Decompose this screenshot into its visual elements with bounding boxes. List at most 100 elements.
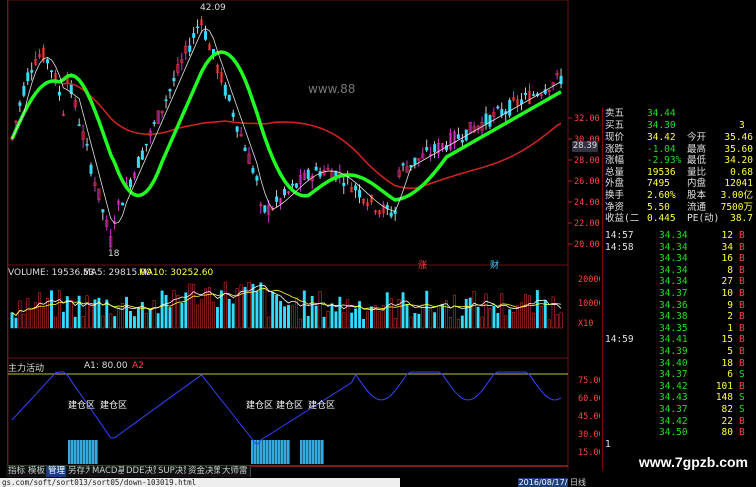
tick-volume: 8	[727, 264, 733, 276]
volume-bar	[318, 291, 322, 329]
tick-side: B	[739, 230, 745, 241]
candle-body	[314, 166, 318, 171]
volume-bar	[551, 296, 555, 329]
candle-body	[500, 108, 504, 116]
stat-row: 涨跌 -1.04 最高 35.60	[603, 144, 755, 156]
tick-price: 34.34	[659, 241, 688, 253]
tick-volume: 18	[721, 357, 733, 369]
volume-bar	[306, 316, 310, 329]
stat-label: PE(动)	[687, 213, 720, 225]
volume-bar	[405, 304, 409, 329]
volume-bar	[113, 316, 117, 329]
volume-bar	[401, 292, 405, 329]
tick-volume: 82	[721, 404, 733, 415]
candle-body	[46, 59, 50, 64]
tick-volume: 16	[721, 253, 733, 265]
candle-body	[26, 72, 30, 82]
zone-bar	[318, 440, 321, 464]
volume-bar	[148, 309, 152, 329]
ma-red-line	[11, 80, 562, 190]
candle-body	[433, 144, 437, 152]
volume-bar	[46, 297, 49, 329]
indicator-tab[interactable]: 大师雷	[220, 466, 251, 477]
stat-label: 外盘	[605, 178, 625, 190]
stat-value: 35.60	[724, 143, 753, 155]
candle-body	[243, 147, 247, 152]
stat-label: 流通	[687, 201, 707, 213]
tick-time: 14:59	[605, 334, 634, 346]
chart-area[interactable]: 32.00 30.00 28.00 26.00 24.00 22.00 20.00 2000…	[7, 0, 604, 487]
candle-body	[77, 124, 81, 127]
tick-price: 34.40	[659, 357, 688, 369]
quote-panel: 卖五 34.44 买五 34.30 3 现价 34.42 今开 35.46 涨跌 …	[602, 108, 756, 470]
tick-side: B	[739, 253, 745, 265]
indicator-bars	[68, 440, 324, 464]
volume-bar	[330, 303, 334, 329]
volume-bar	[472, 291, 476, 329]
day-button[interactable]: 日线	[570, 478, 592, 487]
price-panel-border	[7, 0, 569, 266]
zone-bar	[306, 440, 309, 464]
tick-row: 14:58 34.34 34 B	[603, 242, 755, 253]
zone-bar	[281, 440, 284, 464]
volume-bar	[452, 294, 456, 329]
volume-bar	[26, 298, 30, 329]
volume-bar	[215, 307, 219, 329]
volume-bar	[85, 295, 89, 329]
stat-label: 换手	[605, 190, 625, 201]
volume-bar	[555, 314, 559, 329]
candle-body	[101, 209, 105, 213]
volume-bar	[528, 295, 531, 329]
tick-volume: 27	[721, 276, 733, 288]
stat-value: 38.7	[730, 213, 753, 225]
tick-price: 34.43	[659, 392, 688, 404]
tick-volume: 34	[721, 241, 733, 253]
stat-label: 总量	[605, 166, 625, 178]
stat-row: 总量 19536 量比 0.68	[603, 167, 755, 179]
volume-bar	[449, 317, 452, 329]
indicator-tab[interactable]: 模板	[26, 466, 49, 477]
tick-side: S	[739, 392, 745, 404]
stat-value: 35.46	[724, 132, 753, 143]
tick-price: 34.50	[659, 427, 688, 439]
stat-value: -2.93%	[647, 155, 682, 167]
volume-bar	[287, 305, 290, 329]
stat-label: 股本	[687, 190, 707, 201]
zone-label-2: 建仓区	[100, 401, 128, 411]
volume-bar	[184, 292, 188, 329]
volume-bar	[196, 304, 200, 329]
candle-body	[172, 77, 176, 82]
zone-bar	[272, 440, 275, 464]
tick-price: 34.34	[659, 230, 688, 241]
indicator-tab[interactable]: 管理	[46, 466, 69, 477]
stat-row: 换手 2.60% 股本 3.00亿	[603, 190, 755, 202]
chart-canvas[interactable]: 32.00 30.00 28.00 26.00 24.00 22.00 20.00 2000…	[7, 0, 604, 487]
indicator-name: 主力活动	[8, 364, 45, 374]
volume-bar	[57, 290, 61, 329]
volume-bar	[267, 316, 271, 329]
volume-axis: 20000 10000 X10	[578, 275, 604, 329]
tick-price: 34.34	[659, 264, 688, 276]
candle-body	[290, 183, 294, 186]
price-axis-label: 20.00	[574, 240, 600, 250]
watermark-mid: www.88	[308, 82, 356, 96]
tick-row: 34.43 148 S	[603, 392, 755, 403]
site-watermark: www.7gpzb.com	[638, 454, 748, 470]
stat-value: 19536	[647, 166, 676, 178]
volume-bar	[480, 316, 484, 329]
tick-side: B	[739, 322, 745, 334]
volume-bar	[338, 296, 342, 329]
date-box[interactable]: 2016/08/17/三	[518, 478, 568, 487]
volume-bar	[524, 294, 527, 329]
tick-volume: 9	[727, 299, 733, 311]
volume-value: VOLUME: 19536.53	[8, 268, 95, 278]
indicator-tab[interactable]: 指标	[6, 466, 29, 477]
indicator-a1: A1: 80.00	[84, 361, 128, 371]
volume-bar	[42, 307, 46, 329]
stat-label: 今开	[687, 132, 707, 143]
volume-bar	[61, 311, 65, 329]
zone-label-1: 建仓区	[68, 401, 96, 411]
tick-volume: 10	[721, 288, 733, 299]
candle-body	[196, 26, 200, 29]
tick-volume: 101	[715, 380, 733, 392]
